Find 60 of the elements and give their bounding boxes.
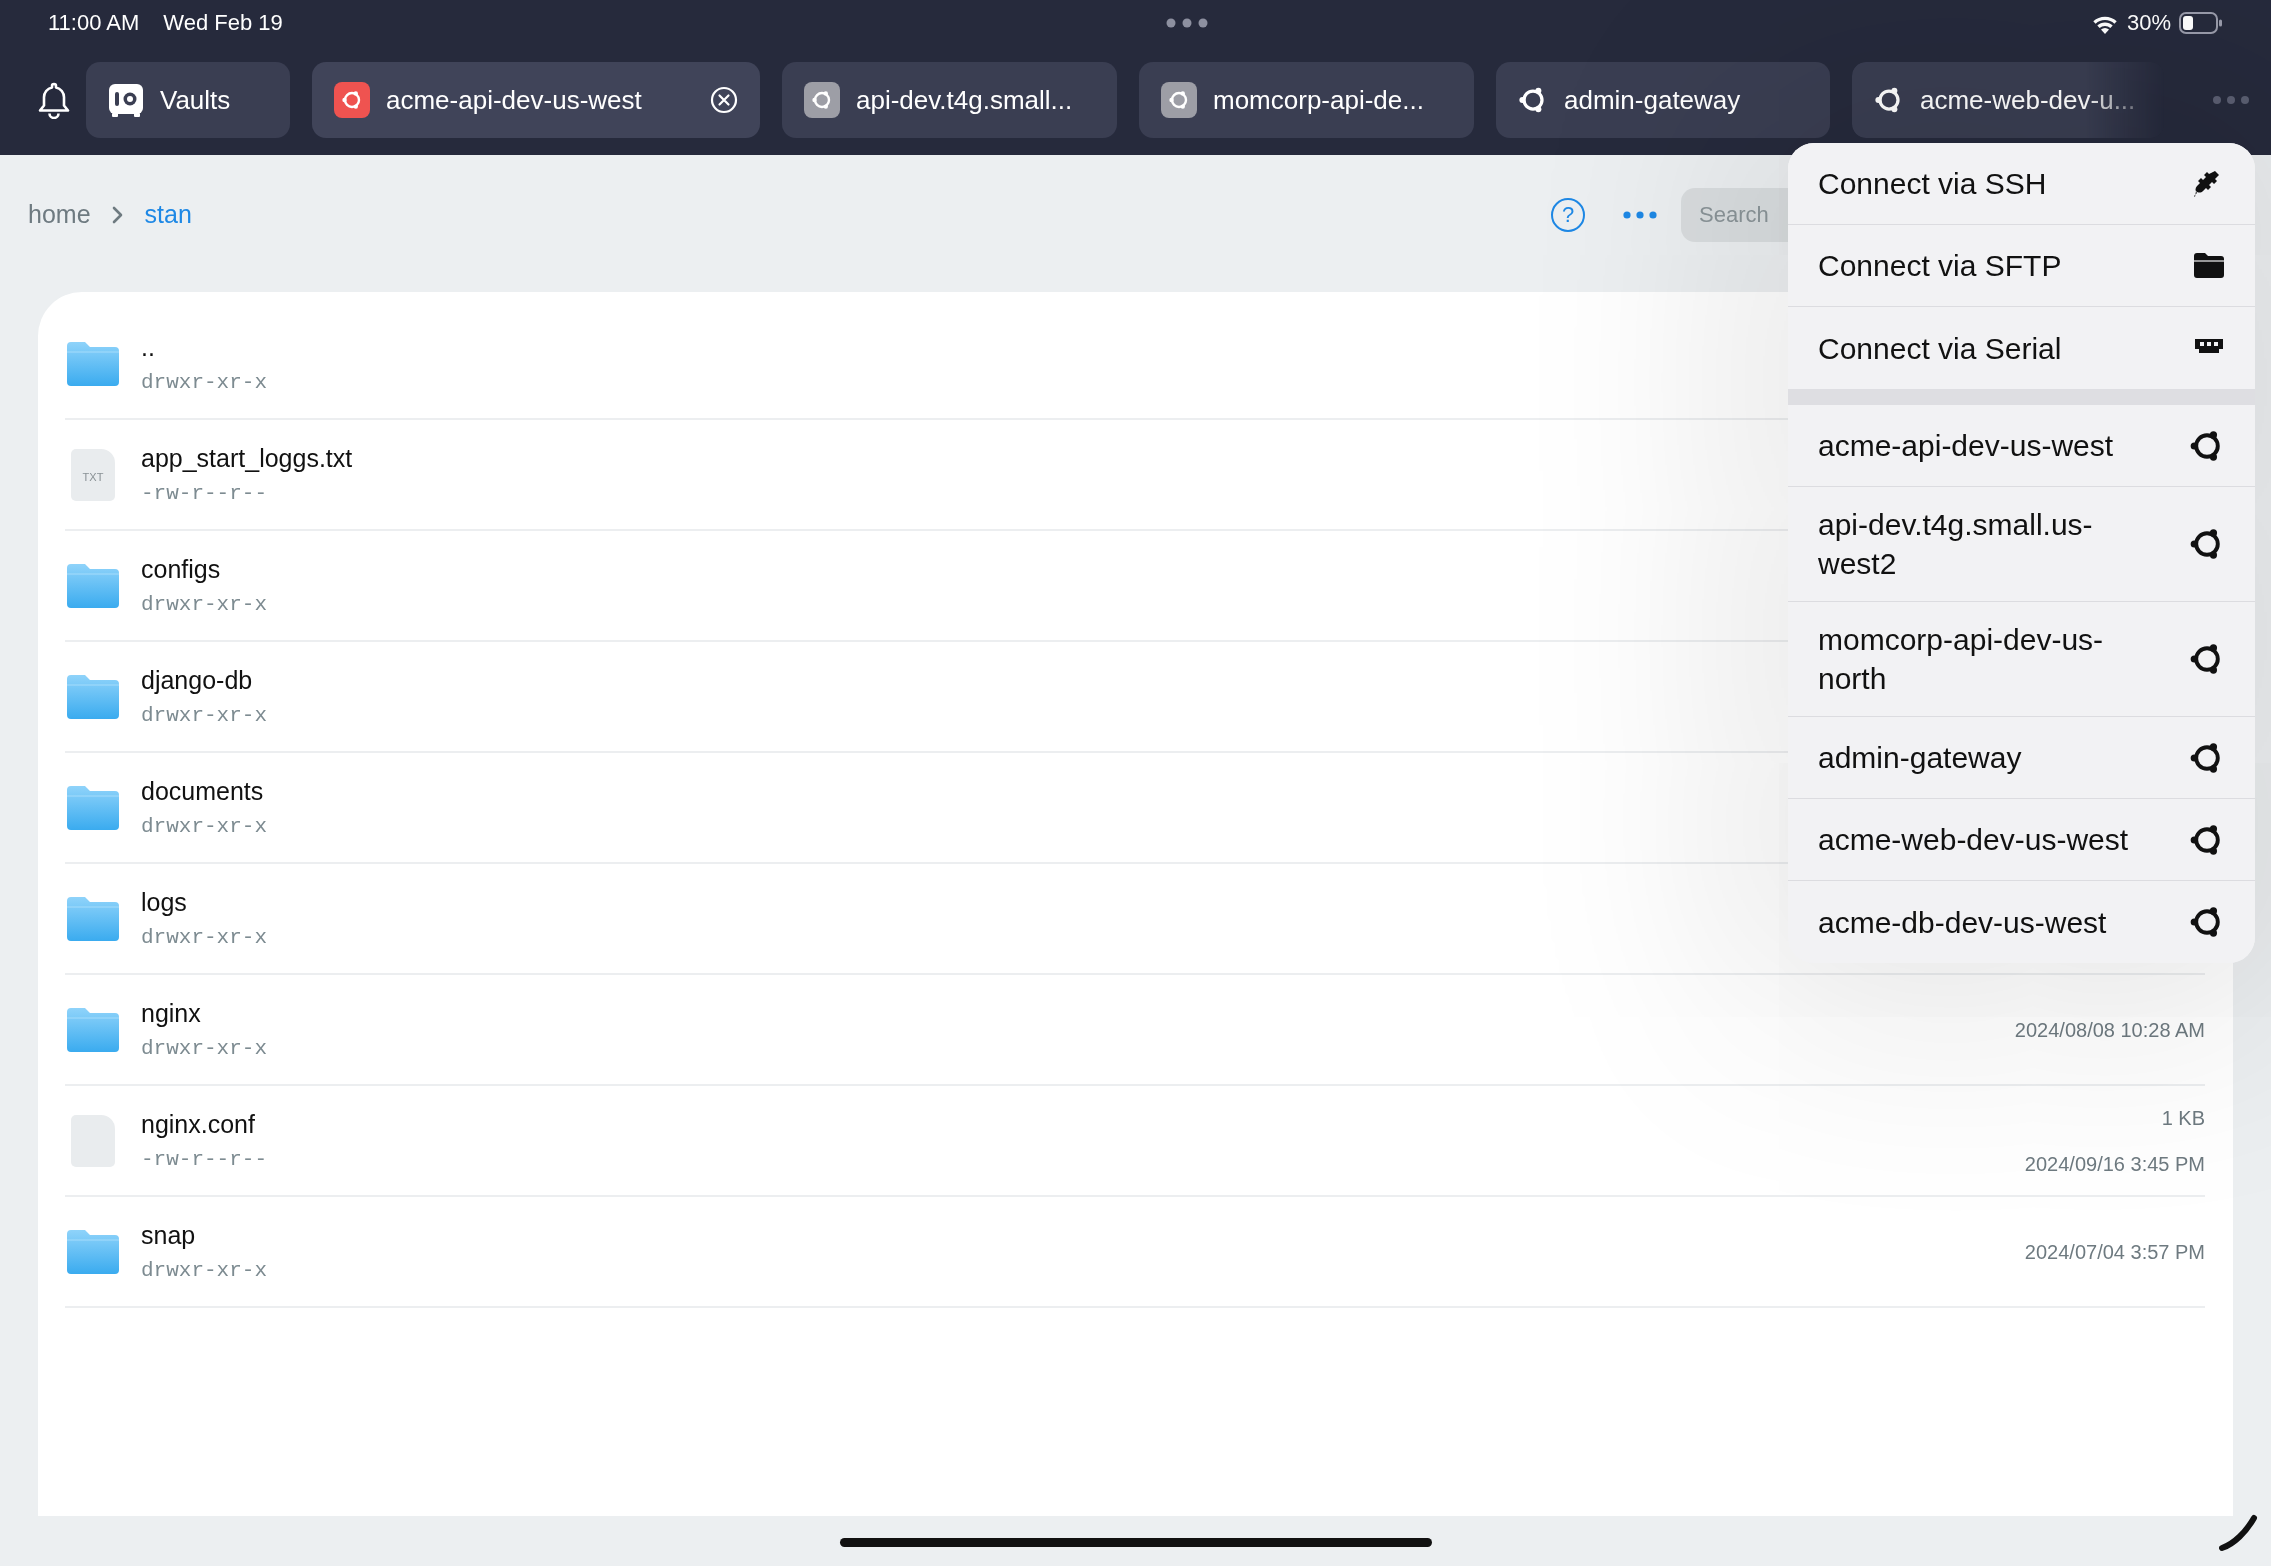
file-name[interactable]: django-db [141,662,253,700]
folder-icon [65,674,121,719]
menu-item[interactable]: momcorp-api-dev-us-north [1788,602,2255,717]
more-options-icon[interactable] [1623,211,1657,219]
host-tab[interactable]: api-dev.t4g.small... [782,62,1117,138]
chevron-right-icon [110,205,125,225]
folder-icon [65,341,121,386]
notification-bell-icon[interactable] [36,81,72,119]
file-name[interactable]: configs [141,551,221,589]
file-name[interactable]: snap [141,1217,196,1255]
modified-date: 2024/08/08 10:28 AM [2014,1017,2205,1043]
folder-icon [2193,250,2225,281]
server-badge-icon [1161,82,1197,118]
host-tab[interactable]: momcorp-api-de... [1139,62,1474,138]
host-tab[interactable]: Vaults [86,62,290,138]
folder-icon [65,1007,121,1052]
menu-item[interactable]: acme-db-dev-us-west [1788,881,2255,963]
file-name[interactable]: nginx.conf [141,1106,255,1144]
file-size: 1 KB [2161,1105,2205,1131]
document-icon: TXT [71,448,115,501]
folder-icon [65,563,121,608]
server-badge-icon [334,82,370,118]
server-badge-icon [804,82,840,118]
menu-item[interactable]: admin-gateway [1788,717,2255,799]
file-permissions: drwxr-xr-x [141,1035,268,1062]
file-permissions: drwxr-xr-x [141,924,268,951]
status-date: Wed Feb 19 [163,9,283,37]
folder-icon [65,1229,121,1274]
battery-icon [2179,11,2223,34]
file-name[interactable]: nginx [141,995,201,1033]
menu-item[interactable]: Connect via SSH [1788,143,2255,225]
breadcrumb-link[interactable]: home [28,196,91,234]
file-permissions: drwxr-xr-x [141,702,268,729]
host-tab[interactable]: admin-gateway [1496,62,1830,138]
menu-item[interactable]: acme-web-dev-us-west [1788,799,2255,881]
multitasking-dots-icon[interactable] [1165,17,1208,28]
battery-percentage: 30% [2126,9,2171,37]
host-tab[interactable]: acme-api-dev-us-west [312,62,760,138]
menu-item[interactable]: Connect via Serial [1788,307,2255,389]
folder-icon [65,785,121,830]
menu-item[interactable]: api-dev.t4g.small.us-west2 [1788,487,2255,602]
folder-icon [65,896,121,941]
modified-date: 2024/07/04 3:57 PM [2024,1239,2205,1265]
file-permissions: -rw-r--r-- [141,480,268,507]
vault-icon [108,83,144,117]
file-permissions: drwxr-xr-x [141,369,268,396]
file-permissions: -rw-r--r-- [141,1146,268,1173]
clock-time: 11:00 AM [48,9,140,37]
menu-item[interactable]: acme-api-dev-us-west [1788,405,2255,487]
file-name[interactable]: logs [141,884,187,922]
pencil-stroke-icon [2218,1512,2258,1552]
menu-item[interactable]: Connect via SFTP [1788,225,2255,307]
file-name[interactable]: app_start_loggs.txt [141,440,353,478]
modified-date: 2024/09/16 3:45 PM [2024,1151,2205,1177]
file-name[interactable]: .. [141,329,155,367]
file-permissions: drwxr-xr-x [141,813,268,840]
file-permissions: drwxr-xr-x [141,1257,268,1284]
file-permissions: drwxr-xr-x [141,591,268,618]
close-icon[interactable] [710,86,738,114]
file-name[interactable]: documents [141,773,264,811]
